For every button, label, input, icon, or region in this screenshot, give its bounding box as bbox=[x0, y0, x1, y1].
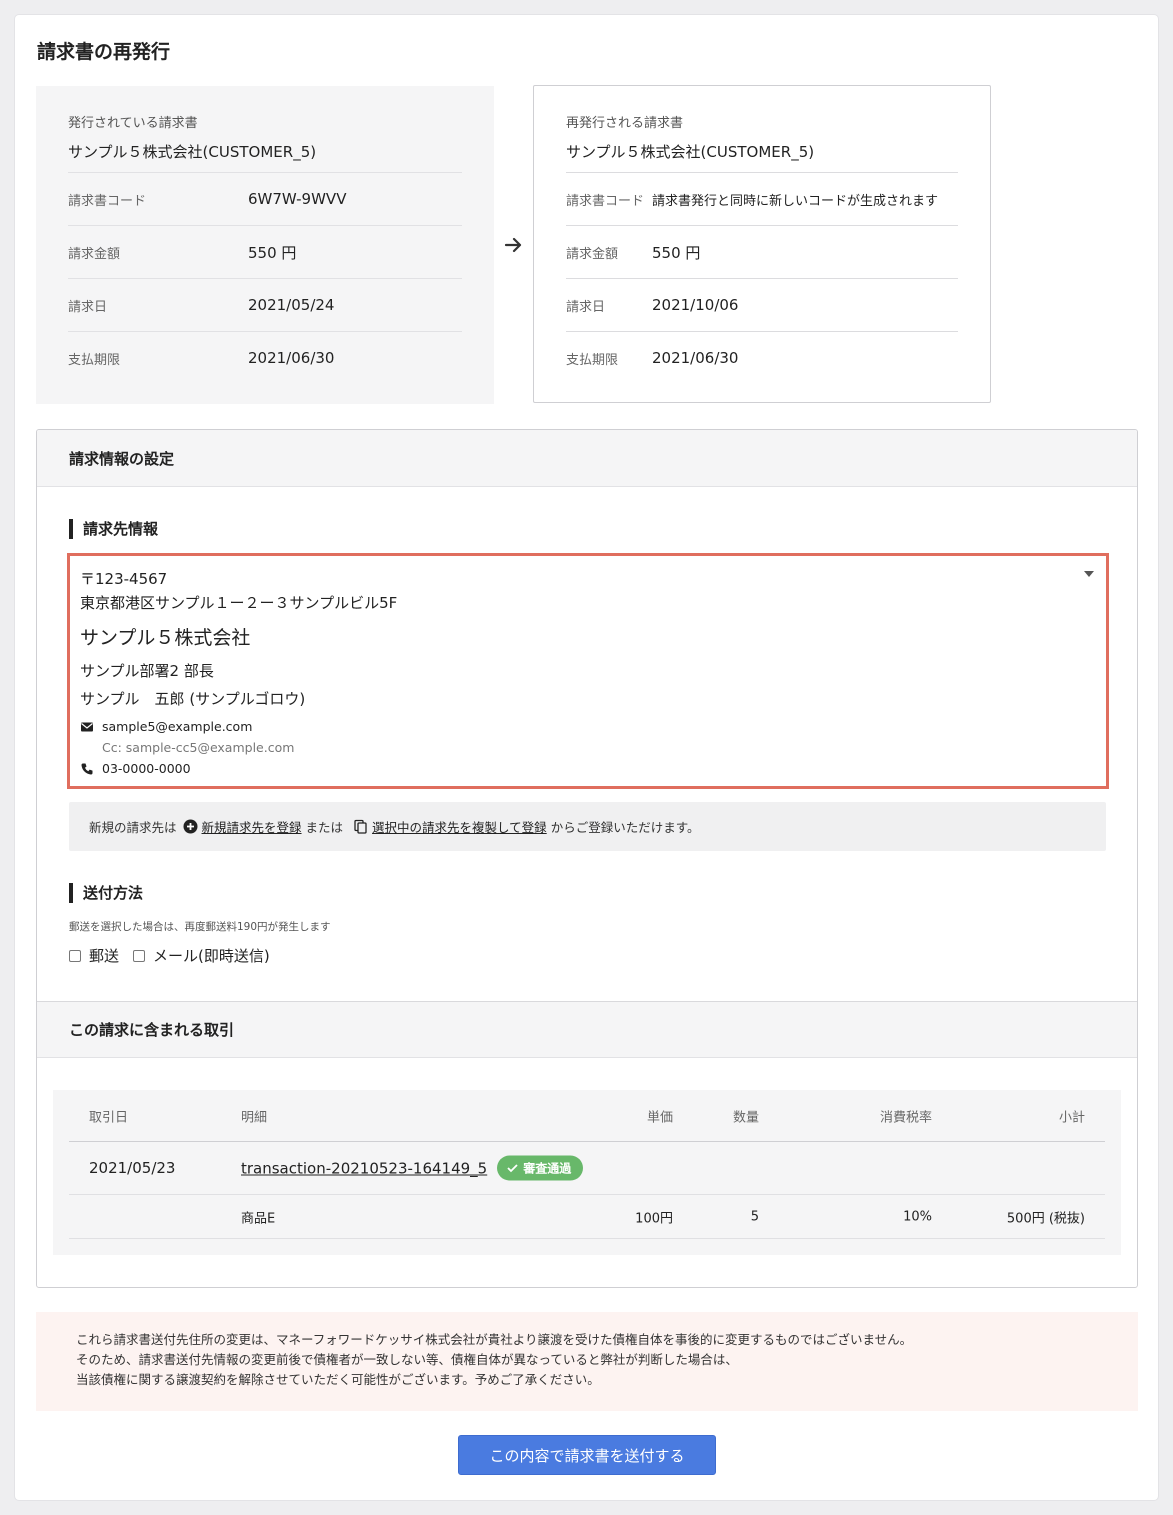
reissued-date-label: 請求日 bbox=[566, 299, 606, 315]
send-option-mail[interactable]: 郵送 bbox=[69, 945, 119, 966]
address-phone: 03-0000-0000 bbox=[102, 761, 191, 776]
reissued-invoice-card: 再発行される請求書 サンプル５株式会社(CUSTOMER_5) 請求書コード 請… bbox=[533, 85, 991, 403]
address-department: サンプル部署2 部長 bbox=[80, 662, 214, 680]
issued-due-row: 支払期限 2021/06/30 bbox=[68, 331, 462, 384]
issued-date-row: 請求日 2021/05/24 bbox=[68, 278, 462, 331]
reissued-date-row: 請求日 2021/10/06 bbox=[566, 278, 958, 331]
copy-icon[interactable] bbox=[353, 819, 368, 834]
transaction-detail: transaction-20210523-164149_5 審査通過 bbox=[241, 1155, 584, 1181]
email-label: メール(即時送信) bbox=[153, 947, 270, 965]
table-header-row: 取引日 明細 単価 数量 消費税率 小計 bbox=[69, 1090, 1105, 1142]
issued-amount-row: 請求金額 550 円 bbox=[68, 225, 462, 278]
issued-code-label: 請求書コード bbox=[68, 193, 147, 209]
reissued-due-label: 支払期限 bbox=[566, 352, 619, 368]
col-unit-price: 単価 bbox=[646, 1110, 673, 1125]
postal-checkbox[interactable] bbox=[69, 949, 81, 962]
address-phone-row: 03-0000-0000 bbox=[80, 759, 1106, 779]
issued-date-value: 2021/05/24 bbox=[248, 296, 335, 314]
send-method-heading: 送付方法 bbox=[69, 883, 143, 903]
issued-invoice-card: 発行されている請求書 サンプル５株式会社(CUSTOMER_5) 請求書コード … bbox=[36, 86, 494, 404]
billing-address-select[interactable]: 〒123-4567 東京都港区サンプル１ー２ー３サンプルビル5F サンプル５株式… bbox=[67, 553, 1109, 789]
email-checkbox[interactable] bbox=[133, 949, 146, 962]
transactions-table: 取引日 明細 単価 数量 消費税率 小計 2021/05/23 transact… bbox=[53, 1090, 1121, 1255]
issued-code-row: 請求書コード 6W7W-9WVV bbox=[68, 172, 462, 225]
billing-settings-header: 請求情報の設定 bbox=[37, 430, 1137, 487]
issued-due-label: 支払期限 bbox=[68, 352, 121, 368]
table-row: 2021/05/23 transaction-20210523-164149_5… bbox=[69, 1142, 1105, 1195]
transaction-id-link[interactable]: transaction-20210523-164149_5 bbox=[241, 1159, 487, 1177]
reissued-due-row: 支払期限 2021/06/30 bbox=[566, 331, 958, 384]
warning-line: そのため、請求書送付先情報の変更前後で債権者が一致しない等、債権自体が異なってい… bbox=[76, 1352, 738, 1367]
send-option-email[interactable]: メール(即時送信) bbox=[133, 945, 270, 966]
issued-invoice-caption: 発行されている請求書 bbox=[68, 116, 198, 131]
billing-settings-panel: 請求情報の設定 請求先情報 〒123-4567 東京都港区サンプル１ー２ー３サン… bbox=[36, 429, 1138, 1288]
reissued-code-label: 請求書コード bbox=[566, 193, 645, 209]
reissued-code-value: 請求書発行と同時に新しいコードが生成されます bbox=[652, 193, 939, 209]
issued-due-value: 2021/06/30 bbox=[248, 349, 335, 367]
address-email-row: sample5@example.com bbox=[80, 717, 1106, 737]
transactions-header: この請求に含まれる取引 bbox=[37, 1001, 1137, 1058]
reissued-date-value: 2021/10/06 bbox=[652, 296, 739, 314]
reissued-amount-row: 請求金額 550 円 bbox=[566, 225, 958, 278]
issued-amount-value: 550 円 bbox=[248, 243, 297, 262]
billing-section-heading: 請求先情報 bbox=[69, 519, 158, 539]
status-badge-label: 審査通過 bbox=[523, 1161, 572, 1176]
col-detail: 明細 bbox=[241, 1110, 268, 1125]
check-icon bbox=[507, 1164, 518, 1173]
status-badge: 審査通過 bbox=[497, 1155, 584, 1181]
duplicate-billing-link[interactable]: 選択中の請求先を複製して登録 bbox=[372, 817, 547, 836]
address-street: 東京都港区サンプル１ー２ー３サンプルビル5F bbox=[80, 594, 398, 612]
address-email: sample5@example.com bbox=[102, 719, 253, 734]
page-title: 請求書の再発行 bbox=[37, 41, 171, 63]
assignment-warning: これら請求書送付先住所の変更は、マネーフォワードケッサイ株式会社が貴社より譲渡を… bbox=[36, 1312, 1138, 1411]
col-date: 取引日 bbox=[89, 1110, 129, 1125]
notice-prefix: 新規の請求先は bbox=[89, 820, 177, 835]
postal-label: 郵送 bbox=[89, 947, 120, 965]
send-invoice-button[interactable]: この内容で請求書を送付する bbox=[458, 1435, 716, 1475]
reissued-invoice-customer: サンプル５株式会社(CUSTOMER_5) bbox=[566, 143, 815, 161]
line-item-quantity: 5 bbox=[750, 1209, 759, 1224]
notice-suffix: からご登録いただけます。 bbox=[550, 820, 700, 835]
line-item-subtotal: 500円 (税抜) bbox=[1006, 1211, 1085, 1226]
issued-code-value: 6W7W-9WVV bbox=[248, 190, 347, 208]
col-quantity: 数量 bbox=[732, 1110, 759, 1125]
line-item-unit-price: 100円 bbox=[635, 1211, 673, 1226]
reissued-code-row: 請求書コード 請求書発行と同時に新しいコードが生成されます bbox=[566, 172, 958, 225]
reissued-invoice-caption: 再発行される請求書 bbox=[566, 116, 684, 131]
register-new-billing-link[interactable]: 新規請求先を登録 bbox=[202, 817, 302, 836]
address-postal: 〒123-4567 bbox=[80, 570, 168, 588]
transaction-date: 2021/05/23 bbox=[89, 1159, 176, 1177]
phone-icon bbox=[81, 763, 93, 775]
reissued-amount-value: 550 円 bbox=[652, 243, 701, 262]
new-billing-notice: 新規の請求先は 新規請求先を登録 または 選択中の請求先を複製して登録 からご登… bbox=[69, 802, 1106, 851]
send-method-options: 郵送 メール(即時送信) bbox=[69, 945, 284, 966]
issued-date-label: 請求日 bbox=[68, 299, 108, 315]
line-item-name: 商品E bbox=[241, 1211, 276, 1226]
issued-invoice-customer: サンプル５株式会社(CUSTOMER_5) bbox=[68, 143, 317, 161]
col-tax-rate: 消費税率 bbox=[879, 1110, 932, 1125]
send-method-note: 郵送を選択した場合は、再度郵送料190円が発生します bbox=[69, 921, 331, 933]
issued-amount-label: 請求金額 bbox=[68, 246, 121, 262]
caret-down-icon[interactable] bbox=[1084, 571, 1094, 577]
table-row: 商品E 100円 5 10% 500円 (税抜) bbox=[69, 1195, 1105, 1239]
plus-circle-icon[interactable] bbox=[183, 819, 198, 834]
reissued-amount-label: 請求金額 bbox=[566, 246, 619, 262]
warning-line: これら請求書送付先住所の変更は、マネーフォワードケッサイ株式会社が貴社より譲渡を… bbox=[76, 1332, 913, 1347]
notice-middle: または bbox=[305, 820, 344, 835]
address-person: サンプル 五郎 (サンプルゴロウ) bbox=[80, 690, 306, 708]
reissued-due-value: 2021/06/30 bbox=[652, 349, 739, 367]
warning-line: 当該債権に関する譲渡契約を解除させていただく可能性がございます。予めご了承くださ… bbox=[76, 1372, 600, 1387]
address-company: サンプル５株式会社 bbox=[80, 627, 251, 649]
arrow-right-icon bbox=[504, 237, 522, 253]
envelope-icon bbox=[81, 722, 93, 732]
line-item-tax-rate: 10% bbox=[903, 1209, 932, 1224]
col-subtotal: 小計 bbox=[1058, 1110, 1085, 1125]
address-cc: Cc: sample-cc5@example.com bbox=[102, 740, 295, 755]
